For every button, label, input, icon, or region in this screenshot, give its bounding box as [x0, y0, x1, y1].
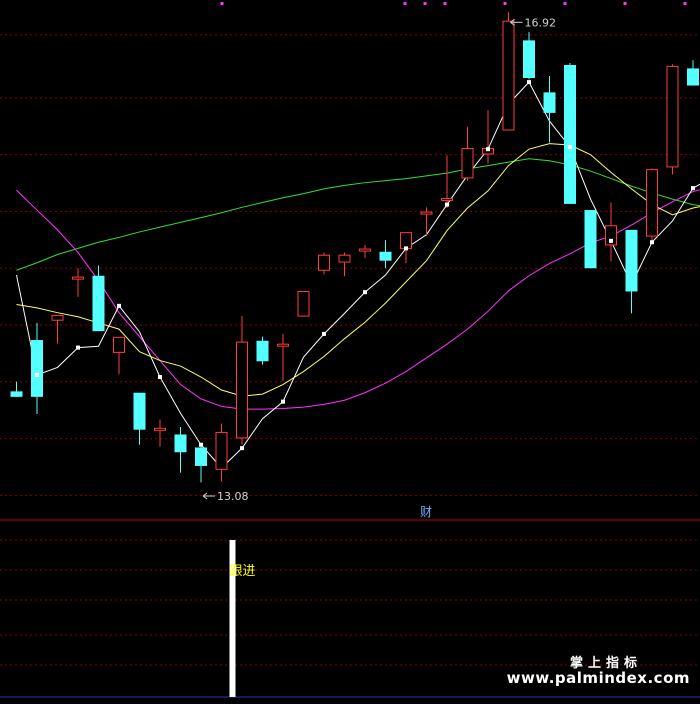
candle-body-down	[31, 340, 43, 397]
low-price-label: 13.08	[217, 490, 249, 503]
top-edge-dot	[424, 2, 427, 5]
candle-body-up	[401, 233, 412, 249]
ma-white-point	[281, 400, 285, 404]
candle-body-up	[442, 198, 453, 200]
ma-white-line	[17, 82, 700, 468]
ma-white-point	[199, 443, 203, 447]
candlestick-chart: 16.92 13.08 财跟进	[0, 0, 700, 700]
candle-body-up	[360, 249, 371, 251]
ma-green-line	[17, 159, 700, 271]
top-edge-dot	[624, 2, 627, 5]
ma-white-point	[158, 375, 162, 379]
candle-body-up	[339, 255, 350, 262]
high-price-label: 16.92	[525, 16, 557, 29]
ma-white-point	[650, 240, 654, 244]
candle-body-down	[564, 65, 576, 204]
candle-body-up	[503, 21, 514, 130]
candle-body-up	[155, 428, 166, 430]
top-edge-dot	[444, 2, 447, 5]
ma-white-point	[527, 80, 531, 84]
candle-body-down	[195, 447, 207, 465]
event-marker-text: 财	[420, 505, 432, 519]
top-edge-dot	[684, 2, 687, 5]
candle-body-down	[626, 230, 638, 292]
ma-white-point	[609, 239, 613, 243]
ma-white-point	[404, 246, 408, 250]
candle-body-up	[114, 337, 125, 352]
candle-body-up	[278, 344, 289, 346]
top-edge-dot	[221, 2, 224, 5]
candle-body-up	[667, 66, 678, 167]
candle-body-down	[380, 252, 392, 261]
candle-body-down	[523, 40, 535, 78]
candle-body-down	[544, 92, 556, 113]
candle-body-down	[93, 276, 105, 331]
ma-white-point	[35, 373, 39, 377]
candle-body-up	[216, 432, 227, 469]
candle-body-down	[11, 391, 23, 396]
ma-white-point	[322, 332, 326, 336]
ma-white-point	[445, 203, 449, 207]
candle-body-up	[73, 277, 84, 279]
candle-body-down	[175, 434, 187, 452]
candle-body-up	[52, 315, 63, 320]
candle-body-up	[462, 148, 473, 177]
ma-white-point	[568, 145, 572, 149]
candle-body-down	[134, 393, 146, 430]
ma-white-point	[691, 186, 695, 190]
signal-label: 跟进	[230, 564, 256, 579]
candle-body-down	[585, 210, 597, 268]
candle-body-up	[421, 212, 432, 214]
candle-body-down	[257, 341, 269, 362]
ma-white-point	[363, 290, 367, 294]
top-edge-dot	[504, 2, 507, 5]
ma-white-point	[76, 346, 80, 350]
candle-body-up	[237, 342, 248, 438]
ma-white-point	[486, 147, 490, 151]
candle-body-up	[298, 291, 309, 316]
top-edge-dot	[404, 2, 407, 5]
candle-body-up	[319, 255, 330, 270]
candle-body-down	[687, 68, 699, 85]
ma-white-point	[117, 304, 121, 308]
chart-stage: 16.92 13.08 财跟进	[0, 0, 700, 700]
candle-body-up	[647, 170, 658, 236]
ma-white-point	[240, 446, 244, 450]
top-edge-dot	[564, 2, 567, 5]
watermark-url: www.palmindex.com	[507, 669, 690, 687]
